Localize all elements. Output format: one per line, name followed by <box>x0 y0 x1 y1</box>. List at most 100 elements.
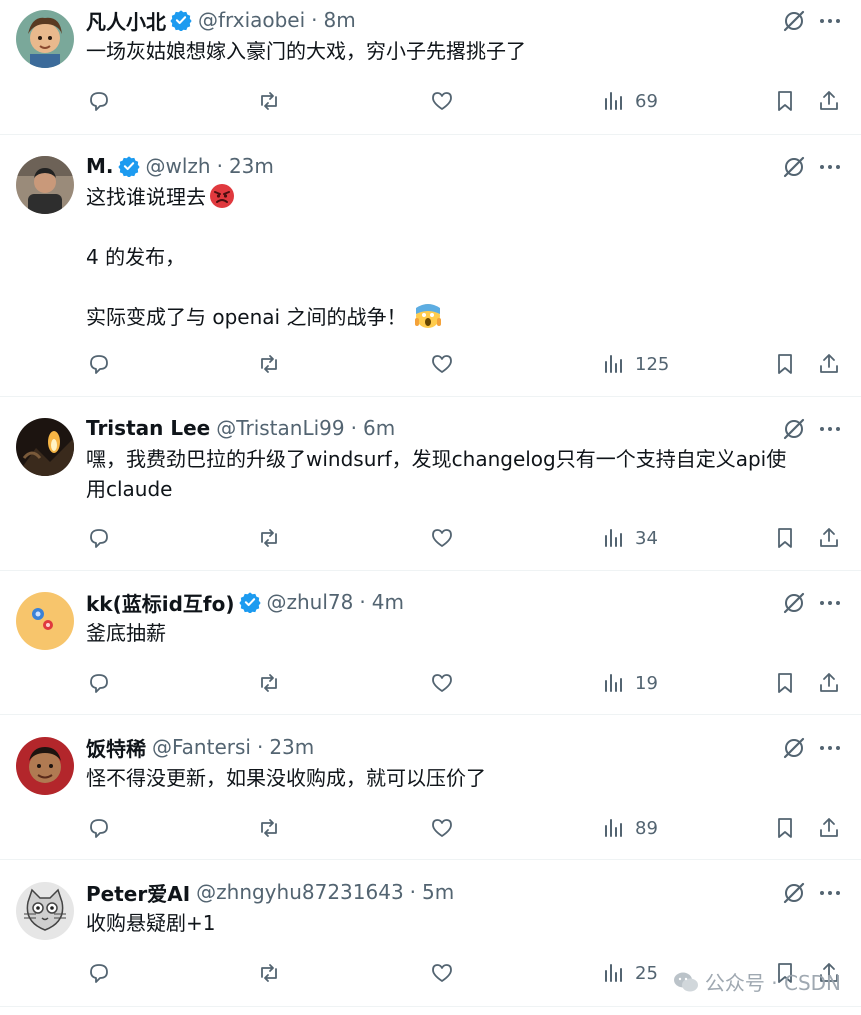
tweet-text-line: 这找谁说理去 <box>86 185 206 209</box>
tweet[interactable]: 凡人小北 @frxiaobei · 8m 一场灰姑娘想嫁入豪门的大戏，穷小子先撂… <box>0 0 861 135</box>
grok-icon[interactable] <box>781 880 807 906</box>
angry-face-emoji-icon <box>208 182 236 210</box>
verified-badge-icon <box>117 155 140 177</box>
more-options-icon[interactable] <box>817 154 843 180</box>
avatar[interactable] <box>16 418 74 476</box>
retweet-button[interactable] <box>256 349 282 379</box>
verified-badge-icon <box>238 591 261 613</box>
display-name[interactable]: Tristan Lee <box>86 416 210 440</box>
user-handle[interactable]: @TristanLi99 <box>216 416 344 440</box>
more-options-icon[interactable] <box>817 735 843 761</box>
retweet-button[interactable] <box>256 523 282 553</box>
share-button[interactable] <box>816 813 842 843</box>
watermark-text: 公众号 · CSDN <box>704 971 841 995</box>
retweet-button[interactable] <box>256 668 282 698</box>
separator-dot: · <box>409 880 417 904</box>
reply-button[interactable] <box>86 668 112 698</box>
retweet-button[interactable] <box>256 958 282 988</box>
like-button[interactable] <box>429 349 455 379</box>
reply-button[interactable] <box>86 813 112 843</box>
views-count: 19 <box>635 672 658 694</box>
like-button[interactable] <box>429 523 455 553</box>
grok-icon[interactable] <box>781 590 807 616</box>
tweet-actions: 69 <box>86 86 843 116</box>
avatar[interactable] <box>16 156 74 214</box>
tweet-text: 收购悬疑剧+1 <box>86 908 845 938</box>
retweet-button[interactable] <box>256 813 282 843</box>
user-handle[interactable]: @zhul78 <box>267 590 354 614</box>
tweet-text-line: 怪不得没更新，如果没收购成，就可以压价了 <box>86 766 486 790</box>
bookmark-button[interactable] <box>772 86 798 116</box>
display-name[interactable]: M. <box>86 154 114 178</box>
retweet-button[interactable] <box>256 86 282 116</box>
display-name[interactable]: 凡人小北 <box>86 6 166 35</box>
tweet-text: 一场灰姑娘想嫁入豪门的大戏，穷小子先撂挑子了 <box>86 36 845 66</box>
avatar[interactable] <box>16 882 74 940</box>
watermark: 公众号 · CSDN <box>673 967 841 996</box>
timestamp[interactable]: 23m <box>269 735 314 759</box>
grok-icon[interactable] <box>781 735 807 761</box>
views-count: 69 <box>635 90 658 112</box>
share-button[interactable] <box>816 86 842 116</box>
display-name[interactable]: kk(蓝标id互fo) <box>86 588 235 617</box>
tweet-text: 釜底抽薪 <box>86 618 845 648</box>
views-button[interactable]: 89 <box>601 813 658 843</box>
timestamp[interactable]: 5m <box>422 880 454 904</box>
views-button[interactable]: 69 <box>601 86 658 116</box>
views-button[interactable]: 34 <box>601 523 658 553</box>
separator-dot: · <box>350 416 357 440</box>
user-handle[interactable]: @wlzh <box>146 154 211 178</box>
like-button[interactable] <box>429 668 455 698</box>
share-button[interactable] <box>816 523 842 553</box>
bookmark-button[interactable] <box>772 349 798 379</box>
more-options-icon[interactable] <box>817 880 843 906</box>
bookmark-button[interactable] <box>772 523 798 553</box>
more-options-icon[interactable] <box>817 8 843 34</box>
tweet-text: 这找谁说理去 4 的发布， 实际变成了与 openai 之间的战争！ <box>86 182 845 332</box>
avatar[interactable] <box>16 592 74 650</box>
tweet-text-line: 实际变成了与 openai 之间的战争！ <box>86 305 407 329</box>
share-button[interactable] <box>816 668 842 698</box>
user-handle[interactable]: @Fantersi <box>152 735 251 759</box>
timestamp[interactable]: 23m <box>229 154 274 178</box>
user-handle[interactable]: @zhngyhu87231643 <box>196 880 404 904</box>
views-count: 89 <box>635 817 658 839</box>
tweet-text-line: 嘿，我费劲巴拉的升级了windsurf，发现changelog只有一个支持自定义… <box>86 447 787 471</box>
views-button[interactable]: 125 <box>601 349 669 379</box>
timestamp[interactable]: 4m <box>372 590 404 614</box>
bookmark-button[interactable] <box>772 668 798 698</box>
bookmark-button[interactable] <box>772 813 798 843</box>
tweet[interactable]: M. @wlzh · 23m 这找谁说理去 4 的发布， 实际变成了与 open… <box>0 146 861 397</box>
grok-icon[interactable] <box>781 416 807 442</box>
user-handle[interactable]: @frxiaobei <box>198 8 305 32</box>
tweet-actions: 19 <box>86 668 843 698</box>
like-button[interactable] <box>429 813 455 843</box>
views-button[interactable]: 25 <box>601 958 658 988</box>
grok-icon[interactable] <box>781 8 807 34</box>
tweet-actions: 89 <box>86 813 843 843</box>
wechat-icon <box>673 972 698 991</box>
grok-icon[interactable] <box>781 154 807 180</box>
tweet-text-line: 一场灰姑娘想嫁入豪门的大戏，穷小子先撂挑子了 <box>86 39 526 63</box>
timestamp[interactable]: 8m <box>324 8 356 32</box>
display-name[interactable]: 饭特稀 <box>86 733 146 762</box>
reply-button[interactable] <box>86 958 112 988</box>
separator-dot: · <box>256 735 264 759</box>
timestamp[interactable]: 6m <box>363 416 395 440</box>
avatar[interactable] <box>16 737 74 795</box>
more-options-icon[interactable] <box>817 590 843 616</box>
like-button[interactable] <box>429 86 455 116</box>
tweet-actions: 34 <box>86 523 843 553</box>
tweet[interactable]: kk(蓝标id互fo) @zhul78 · 4m 釜底抽薪 19 <box>0 582 861 715</box>
display-name[interactable]: Peter爱AI <box>86 878 190 907</box>
reply-button[interactable] <box>86 349 112 379</box>
like-button[interactable] <box>429 958 455 988</box>
tweet[interactable]: Tristan Lee @TristanLi99 · 6m 嘿，我费劲巴拉的升级… <box>0 408 861 571</box>
avatar[interactable] <box>16 10 74 68</box>
views-button[interactable]: 19 <box>601 668 658 698</box>
tweet[interactable]: 饭特稀 @Fantersi · 23m 怪不得没更新，如果没收购成，就可以压价了… <box>0 727 861 860</box>
more-options-icon[interactable] <box>817 416 843 442</box>
reply-button[interactable] <box>86 86 112 116</box>
reply-button[interactable] <box>86 523 112 553</box>
share-button[interactable] <box>816 349 842 379</box>
